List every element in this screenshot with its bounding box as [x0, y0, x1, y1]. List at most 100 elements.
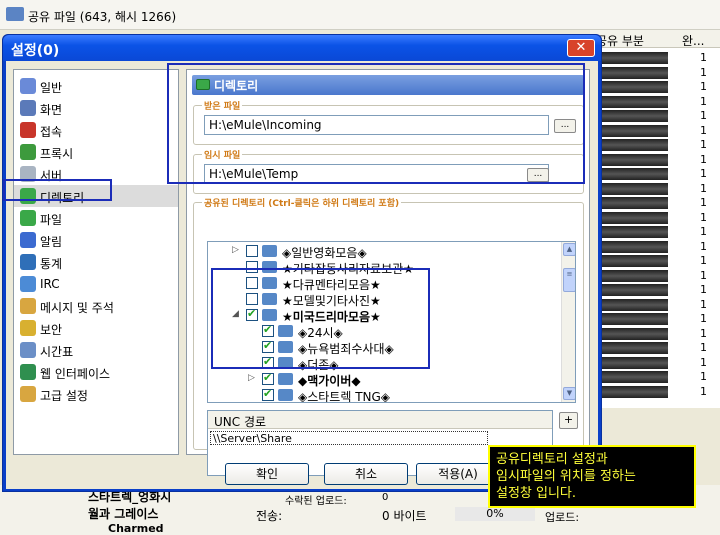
complete-count: 1 — [700, 152, 707, 166]
security-icon — [20, 320, 36, 336]
dialog-title-bar[interactable]: 설정(0) ✕ — [3, 35, 601, 61]
highlight-directory-nav — [3, 179, 112, 201]
bottom-tree-item[interactable]: Charmed — [108, 522, 164, 535]
nav-item-connection[interactable]: 접속 — [14, 119, 178, 141]
nav-item-messages[interactable]: 메시지 및 주석 — [14, 295, 178, 317]
progress-bar — [600, 240, 668, 253]
progress-bar — [600, 342, 668, 354]
progress-bar — [600, 124, 668, 137]
progress-bar — [600, 197, 668, 209]
checkbox[interactable] — [262, 387, 274, 401]
scroll-thumb[interactable]: ≡ — [563, 268, 575, 292]
folder-icon — [278, 389, 293, 401]
checkbox[interactable] — [246, 245, 258, 257]
complete-count: 1 — [700, 384, 707, 398]
nav-item-label: 메시지 및 주석 — [40, 301, 114, 315]
progress-bar — [600, 95, 668, 108]
expander-icon[interactable]: ▷ — [248, 373, 255, 383]
complete-count: 1 — [700, 51, 707, 64]
progress-bar — [600, 211, 668, 224]
annotation-box: 공유디렉토리 설정과 임시파일의 위치를 정하는 설정창 입니다. — [488, 445, 696, 508]
complete-count: 1 — [700, 312, 707, 325]
progress-bar — [600, 298, 668, 311]
nav-item-notification[interactable]: 알림 — [14, 229, 178, 251]
nav-item-file[interactable]: 파일 — [14, 207, 178, 229]
complete-count: 1 — [700, 355, 707, 369]
checkbox[interactable] — [262, 371, 274, 385]
nav-item-proxy[interactable]: 프록시 — [14, 141, 178, 163]
progress-bar — [600, 182, 668, 195]
list-header[interactable]: 공유 부분 완... — [590, 30, 720, 48]
web-interface-icon — [20, 364, 36, 380]
expander-icon[interactable]: ▷ — [232, 245, 239, 255]
progress-bar — [600, 52, 668, 64]
progress-bar — [600, 153, 668, 166]
unc-row[interactable]: \\Server\Share — [210, 431, 488, 445]
complete-count: 1 — [700, 167, 707, 180]
nav-item-security[interactable]: 보안 — [14, 317, 178, 339]
connection-icon — [20, 122, 36, 138]
progress-bar — [600, 66, 668, 79]
complete-count: 1 — [700, 138, 707, 151]
progress-bar — [600, 385, 668, 398]
complete-count: 1 — [700, 109, 707, 122]
upload-label: 업로드: — [545, 511, 580, 524]
complete-count: 1 — [700, 225, 707, 238]
nav-item-statistics[interactable]: 통계 — [14, 251, 178, 273]
nav-item-advanced[interactable]: 고급 설정 — [14, 383, 178, 405]
tree-scrollbar[interactable]: ▲ ≡ ▼ — [561, 242, 575, 402]
nav-item-general[interactable]: 일반 — [14, 75, 178, 97]
folder-icon — [262, 245, 277, 257]
ok-button[interactable]: 확인 — [225, 463, 309, 485]
bottom-tree-item[interactable]: 월과 그레이스 — [88, 505, 158, 522]
scroll-up-icon[interactable]: ▲ — [563, 243, 575, 256]
nav-item-scheduler[interactable]: 시간표 — [14, 339, 178, 361]
complete-count: 1 — [700, 196, 707, 209]
complete-count: 1 — [700, 268, 707, 282]
complete-count: 1 — [700, 370, 707, 383]
general-icon — [20, 78, 36, 94]
complete-count: 1 — [700, 297, 707, 311]
nav-item-label: IRC — [40, 277, 60, 291]
progress-bar — [600, 284, 668, 296]
shared-file-list[interactable]: 111111111111111111111111 — [600, 48, 720, 408]
accepted-uploads-value: 0 — [382, 492, 389, 503]
complete-count: 1 — [700, 94, 707, 108]
notification-icon — [20, 232, 36, 248]
annotation-line: 설정창 입니다. — [496, 486, 577, 501]
nav-item-label: 일반 — [40, 81, 63, 95]
proxy-icon — [20, 144, 36, 160]
column-shared-parts[interactable]: 공유 부분 — [596, 32, 644, 49]
scheduler-icon — [20, 342, 36, 358]
progress-bar — [600, 110, 668, 122]
shared-files-icon — [6, 7, 24, 21]
advanced-icon — [20, 386, 36, 402]
cancel-button[interactable]: 취소 — [324, 463, 408, 485]
nav-item-web-interface[interactable]: 웹 인터페이스 — [14, 361, 178, 383]
dialog-title: 설정(0) — [11, 43, 60, 59]
add-unc-button[interactable]: + — [559, 412, 578, 429]
nav-item-label: 고급 설정 — [40, 389, 88, 403]
progress-bar — [600, 81, 668, 93]
unc-header[interactable]: UNC 경로 — [208, 411, 552, 429]
complete-count: 1 — [700, 80, 707, 93]
complete-count: 1 — [700, 123, 707, 137]
app-title: 공유 파일 (643, 해시 1266) — [28, 10, 177, 24]
nav-item-irc[interactable]: IRC — [14, 273, 178, 295]
progress-bar — [600, 313, 668, 325]
scroll-down-icon[interactable]: ▼ — [563, 387, 575, 400]
nav-item-label: 프록시 — [40, 147, 74, 161]
complete-count: 1 — [700, 210, 707, 224]
nav-item-display[interactable]: 화면 — [14, 97, 178, 119]
nav-item-label: 웹 인터페이스 — [40, 367, 111, 381]
column-complete[interactable]: 완... — [682, 32, 704, 49]
complete-count: 1 — [700, 254, 707, 267]
nav-item-label: 파일 — [40, 213, 63, 227]
nav-item-label: 통계 — [40, 257, 63, 271]
messages-icon — [20, 298, 36, 314]
nav-item-label: 보안 — [40, 323, 63, 337]
progress-bar — [600, 226, 668, 238]
complete-count: 1 — [700, 341, 707, 354]
close-button[interactable]: ✕ — [567, 39, 595, 57]
complete-count: 1 — [700, 181, 707, 195]
